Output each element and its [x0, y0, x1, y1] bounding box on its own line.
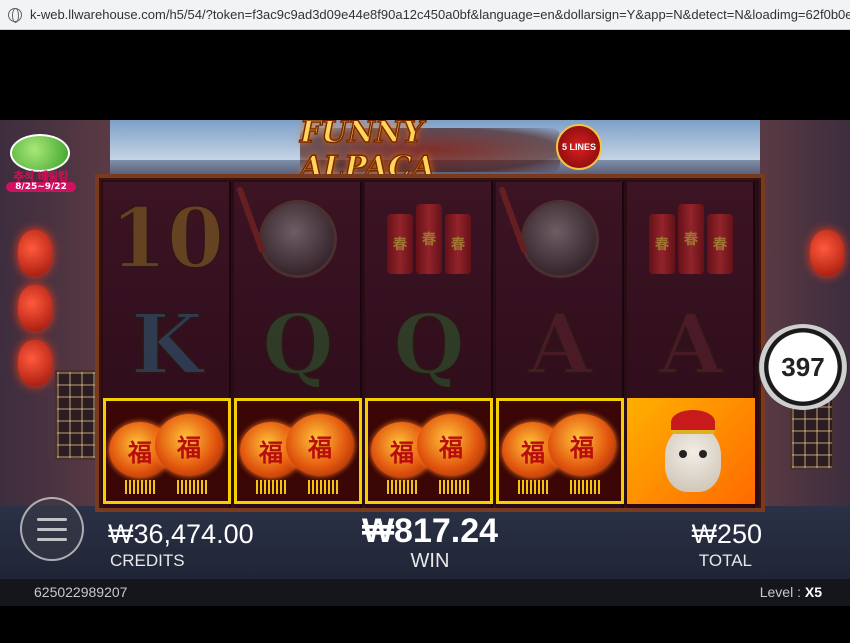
deco-lantern-icon: [18, 230, 52, 276]
symbol-firecracker: 春春春: [365, 186, 493, 292]
symbol-lantern: 福 福: [234, 398, 362, 504]
reel-2: Q 福 福: [234, 182, 362, 508]
globe-icon: [8, 7, 22, 23]
spin-count: 397: [781, 351, 825, 382]
symbol-a: A: [527, 296, 593, 394]
symbol-q: Q: [261, 296, 334, 394]
win-label: WIN: [410, 550, 450, 572]
status-bar: [0, 579, 850, 606]
gong-icon: [259, 200, 337, 278]
alpaca-icon: [651, 406, 731, 496]
promo-icon: [10, 134, 70, 172]
win-value: ₩817.24: [361, 512, 499, 550]
symbol-gong: [496, 186, 624, 292]
symbol-a: A: [658, 296, 724, 394]
credits-label: CREDITS: [110, 551, 185, 570]
symbol-alpaca-wild: [627, 398, 755, 504]
deco-lantern-icon: [810, 230, 844, 276]
reel-frame: 10 K 福 福 Q 福 福 春 春 春 Q 福 福 A 福 福 春 春 春 A: [95, 174, 765, 512]
symbol-lantern: 福 福: [103, 398, 231, 504]
deco-lantern-icon: [18, 340, 52, 386]
symbol-gong: [234, 186, 362, 292]
firecracker-icon: 春春春: [649, 204, 733, 274]
credits-value: ₩36,474.00: [108, 519, 254, 549]
symbol-k: K: [130, 296, 203, 394]
symbol-10: 10: [109, 190, 225, 288]
spin-button[interactable]: 397: [758, 324, 848, 410]
reel-1: 10 K 福 福: [103, 182, 231, 508]
browser-url-bar[interactable]: k-web.llwarehouse.com/h5/54/?token=f3ac9…: [0, 0, 850, 30]
lantern-icon: 福 福: [238, 406, 358, 496]
game-logo: FUNNY ALPACA: [299, 120, 560, 186]
reel-4: A 福 福: [496, 182, 624, 508]
session-id: 625022989207: [34, 584, 128, 600]
total-bet-label: TOTAL: [698, 551, 752, 570]
symbol-q: Q: [392, 296, 465, 394]
symbol-firecracker: 春春春: [627, 186, 755, 292]
lantern-icon: 福 福: [500, 406, 620, 496]
level-value: X5: [804, 584, 822, 600]
lines-badge: 5 LINES: [556, 124, 602, 170]
firecracker-icon: 春春春: [387, 204, 471, 274]
symbol-lantern: 福 福: [496, 398, 624, 504]
lantern-icon: 福 福: [369, 406, 489, 496]
symbol-lantern: 福 福: [365, 398, 493, 504]
reel-3: 春春春 Q 福 福: [365, 182, 493, 508]
menu-button[interactable]: [20, 497, 84, 561]
reel-5: 春春春 A: [627, 182, 755, 508]
lantern-icon: 福 福: [107, 406, 227, 496]
hamburger-icon: [37, 517, 67, 521]
window-lattice: [55, 370, 99, 460]
gong-icon: [521, 200, 599, 278]
promo-badge[interactable]: 추석 베팅킹 8/25~9/22: [6, 128, 76, 192]
url-text[interactable]: k-web.llwarehouse.com/h5/54/?token=f3ac9…: [30, 7, 850, 22]
total-bet-value[interactable]: ₩250: [672, 519, 762, 550]
level-indicator: Level : X5: [760, 584, 822, 600]
deco-lantern-icon: [18, 285, 52, 331]
level-label: Level :: [759, 584, 801, 600]
